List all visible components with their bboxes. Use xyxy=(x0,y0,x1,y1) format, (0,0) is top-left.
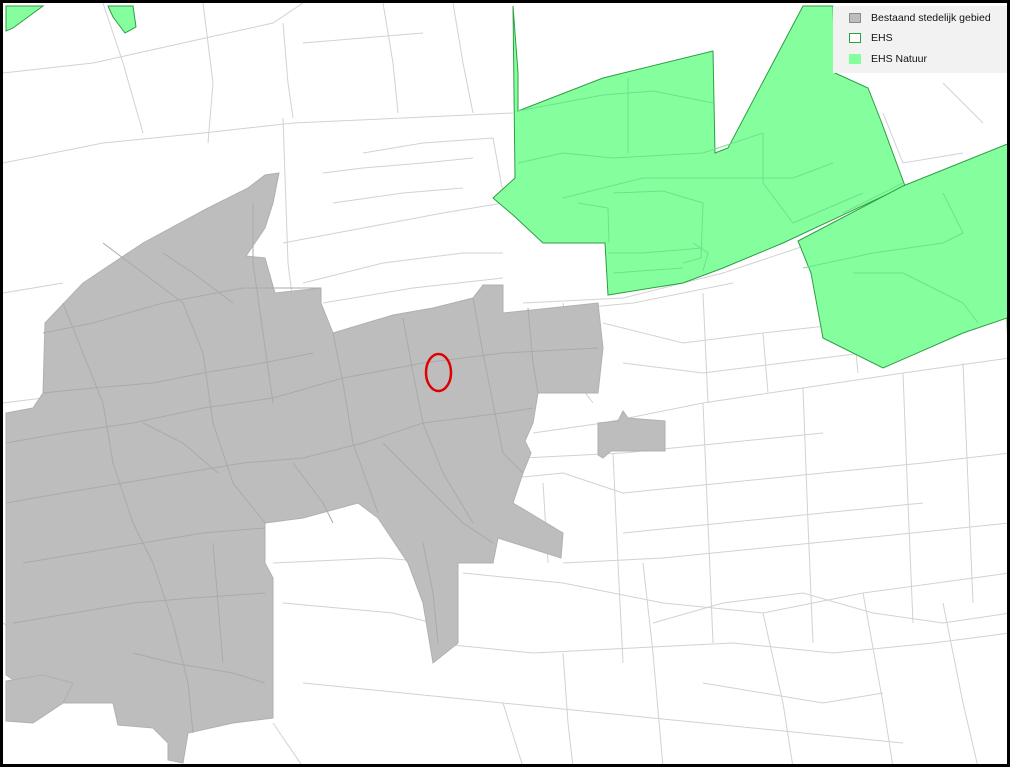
urban-area xyxy=(597,410,666,459)
legend-swatch-urban xyxy=(849,13,861,23)
legend-item-ehs: EHS xyxy=(849,31,893,45)
legend-swatch-ehs xyxy=(849,33,861,43)
legend-item-ehs-natuur: EHS Natuur xyxy=(849,52,927,66)
map-canvas[interactable] xyxy=(3,3,1010,767)
legend-swatch-ehs-natuur xyxy=(849,54,861,64)
legend-item-label: EHS xyxy=(871,32,893,44)
urban-area xyxy=(5,674,74,724)
urban-areas xyxy=(5,172,666,764)
ehs-natuur-area xyxy=(107,5,137,34)
legend-item-label: Bestaand stedelijk gebied xyxy=(871,12,991,24)
urban-area-main xyxy=(5,172,604,764)
legend: Bestaand stedelijk gebied EHS EHS Natuur xyxy=(833,6,1007,73)
map-frame: Bestaand stedelijk gebied EHS EHS Natuur xyxy=(0,0,1010,767)
ehs-natuur-area xyxy=(5,5,45,32)
legend-item-bestaand-stedelijk-gebied: Bestaand stedelijk gebied xyxy=(849,11,991,25)
legend-item-label: EHS Natuur xyxy=(871,53,928,65)
